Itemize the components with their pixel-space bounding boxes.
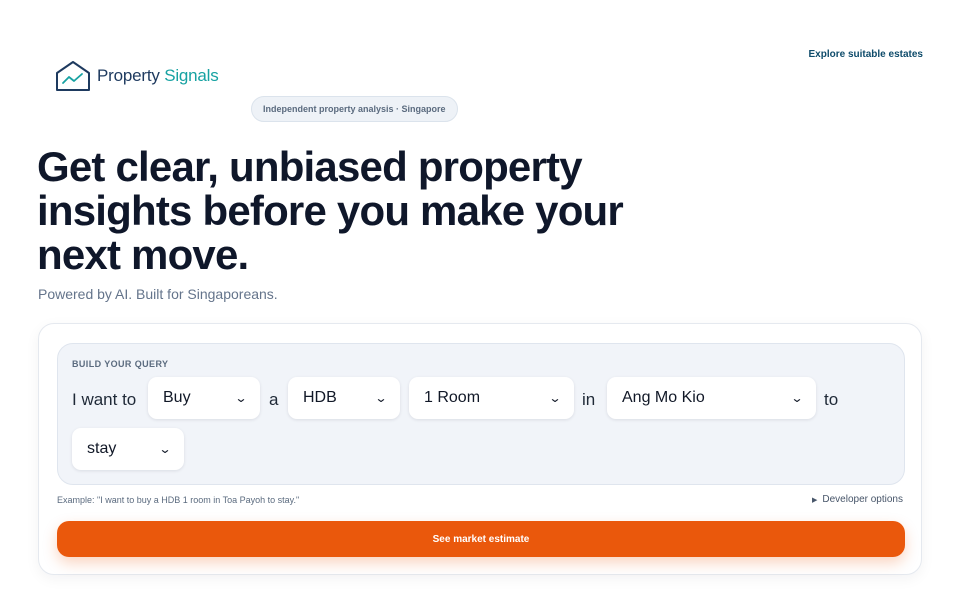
developer-options-toggle[interactable]: ▶ Developer options xyxy=(812,494,903,505)
intent-select[interactable]: Buy ⌄ xyxy=(148,377,260,419)
query-word-i-want-to: I want to xyxy=(72,390,137,409)
flat-type-select-value: 1 Room xyxy=(424,389,481,406)
hero-subline: Powered by AI. Built for Singaporeans. xyxy=(38,286,278,302)
town-select[interactable]: Ang Mo Kio ⌄ xyxy=(607,377,816,419)
house-chart-icon xyxy=(55,60,91,92)
tagline-badge: Independent property analysis · Singapor… xyxy=(251,96,458,122)
query-builder: BUILD YOUR QUERY I want to Buy ⌄ a HDB ⌄… xyxy=(57,343,905,485)
query-word-to: to xyxy=(824,390,839,409)
brand-name-word-1: Property xyxy=(97,66,160,85)
property-type-select-value: HDB xyxy=(303,389,337,406)
query-card: BUILD YOUR QUERY I want to Buy ⌄ a HDB ⌄… xyxy=(38,323,922,575)
brand-name-word-2: Signals xyxy=(164,66,219,85)
flat-type-select[interactable]: 1 Room ⌄ xyxy=(409,377,574,419)
chevron-down-icon: ⌄ xyxy=(374,391,388,405)
chevron-down-icon: ⌄ xyxy=(548,391,562,405)
purpose-select[interactable]: stay ⌄ xyxy=(72,428,184,470)
property-type-select[interactable]: HDB ⌄ xyxy=(288,377,400,419)
page: Property Signals Explore suitable estate… xyxy=(0,0,960,600)
query-word-a: a xyxy=(269,390,279,409)
triangle-right-icon: ▶ xyxy=(812,496,818,504)
developer-options-label: Developer options xyxy=(822,494,903,505)
query-word-in: in xyxy=(582,390,596,409)
hero-headline: Get clear, unbiased property insights be… xyxy=(37,143,624,278)
query-example: Example: "I want to buy a HDB 1 room in … xyxy=(57,495,300,505)
query-title: BUILD YOUR QUERY xyxy=(72,359,169,369)
purpose-select-value: stay xyxy=(87,440,117,457)
chevron-down-icon: ⌄ xyxy=(234,391,248,405)
town-select-value: Ang Mo Kio xyxy=(622,389,705,406)
see-market-estimate-button[interactable]: See market estimate xyxy=(57,521,905,557)
explore-estates-link[interactable]: Explore suitable estates xyxy=(809,49,924,60)
chevron-down-icon: ⌄ xyxy=(790,391,804,405)
intent-select-value: Buy xyxy=(163,389,191,406)
chevron-down-icon: ⌄ xyxy=(158,442,172,456)
brand-name: Property Signals xyxy=(97,66,219,86)
brand-logo[interactable]: Property Signals xyxy=(55,60,219,92)
